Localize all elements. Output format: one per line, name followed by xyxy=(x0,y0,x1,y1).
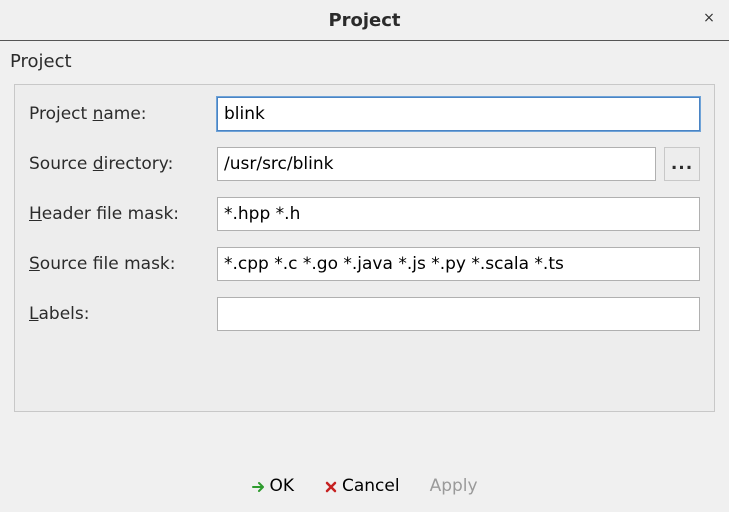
close-icon[interactable]: × xyxy=(699,8,719,28)
ok-label: OK xyxy=(269,476,294,496)
row-header-file-mask: Header file mask: xyxy=(29,197,700,231)
cancel-button[interactable]: Cancel xyxy=(320,474,404,498)
source-file-mask-input[interactable] xyxy=(217,247,700,281)
row-labels: Labels: xyxy=(29,297,700,331)
project-name-input[interactable] xyxy=(217,97,700,131)
label-labels: Labels: xyxy=(29,304,209,324)
apply-label: Apply xyxy=(430,476,478,496)
project-form-group: Project name: Source directory: ... Head… xyxy=(14,84,715,412)
ok-icon xyxy=(251,479,265,493)
header-file-mask-input[interactable] xyxy=(217,197,700,231)
section-header: Project xyxy=(0,41,729,76)
row-source-directory: Source directory: ... xyxy=(29,147,700,181)
window-title: Project xyxy=(328,10,400,31)
label-project-name: Project name: xyxy=(29,104,209,124)
labels-input[interactable] xyxy=(217,297,700,331)
label-source-file-mask: Source file mask: xyxy=(29,254,209,274)
button-bar: OK Cancel Apply xyxy=(0,474,729,498)
browse-button[interactable]: ... xyxy=(664,147,700,181)
row-source-file-mask: Source file mask: xyxy=(29,247,700,281)
label-source-directory: Source directory: xyxy=(29,154,209,174)
titlebar: Project × xyxy=(0,0,729,40)
cancel-icon xyxy=(324,479,338,493)
label-header-file-mask: Header file mask: xyxy=(29,204,209,224)
row-project-name: Project name: xyxy=(29,97,700,131)
ok-button[interactable]: OK xyxy=(247,474,298,498)
source-directory-input[interactable] xyxy=(217,147,656,181)
apply-button: Apply xyxy=(426,474,482,498)
cancel-label: Cancel xyxy=(342,476,400,496)
